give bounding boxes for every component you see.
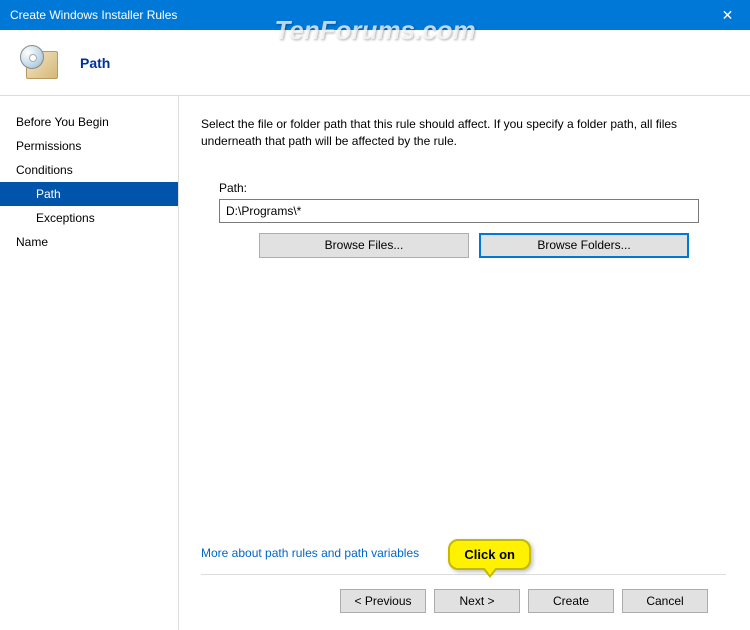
callout-text: Click on xyxy=(464,547,515,562)
browse-folders-button[interactable]: Browse Folders... xyxy=(479,233,689,258)
previous-button[interactable]: < Previous xyxy=(340,589,426,613)
wizard-footer: Click on < Previous Next > Create Cancel xyxy=(201,574,726,630)
path-label: Path: xyxy=(219,181,726,195)
callout-annotation: Click on xyxy=(448,539,531,570)
page-title: Path xyxy=(80,55,110,71)
sidebar-item-before-you-begin[interactable]: Before You Begin xyxy=(0,110,178,134)
installer-icon xyxy=(20,43,60,83)
sidebar-item-name[interactable]: Name xyxy=(0,230,178,254)
path-input[interactable] xyxy=(219,199,699,223)
titlebar: Create Windows Installer Rules ✕ xyxy=(0,0,750,30)
main-panel: Select the file or folder path that this… xyxy=(179,96,750,630)
instruction-text: Select the file or folder path that this… xyxy=(201,116,726,151)
close-button[interactable]: ✕ xyxy=(705,0,750,30)
window-title: Create Windows Installer Rules xyxy=(10,8,177,22)
create-button[interactable]: Create xyxy=(528,589,614,613)
browse-files-button[interactable]: Browse Files... xyxy=(259,233,469,258)
browse-buttons-row: Browse Files... Browse Folders... xyxy=(259,233,726,258)
wizard-body: Before You Begin Permissions Conditions … xyxy=(0,96,750,630)
wizard-header: Path xyxy=(0,30,750,96)
sidebar-item-conditions[interactable]: Conditions xyxy=(0,158,178,182)
steps-sidebar: Before You Begin Permissions Conditions … xyxy=(0,96,178,630)
sidebar-item-permissions[interactable]: Permissions xyxy=(0,134,178,158)
sidebar-item-exceptions[interactable]: Exceptions xyxy=(0,206,178,230)
sidebar-item-path[interactable]: Path xyxy=(0,182,178,206)
cancel-button[interactable]: Cancel xyxy=(622,589,708,613)
next-button[interactable]: Next > xyxy=(434,589,520,613)
close-icon: ✕ xyxy=(722,7,734,24)
